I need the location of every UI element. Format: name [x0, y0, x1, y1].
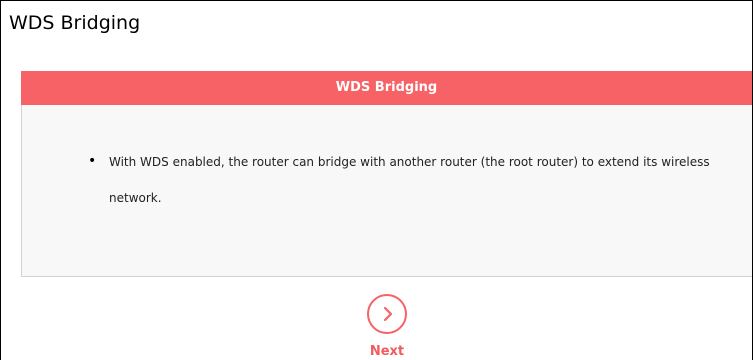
chevron-right-icon [383, 306, 393, 322]
wds-description: With WDS enabled, the router can bridge … [109, 155, 710, 205]
bullet-icon: • [88, 153, 97, 169]
next-button[interactable] [367, 294, 407, 334]
next-label[interactable]: Next [347, 344, 427, 359]
wds-info-panel: WDS Bridging • With WDS enabled, the rou… [21, 71, 752, 277]
page-title: WDS Bridging [9, 12, 141, 34]
main-content: WDS Bridging WDS Bridging • With WDS ena… [0, 0, 753, 360]
panel-header: WDS Bridging [21, 71, 752, 105]
